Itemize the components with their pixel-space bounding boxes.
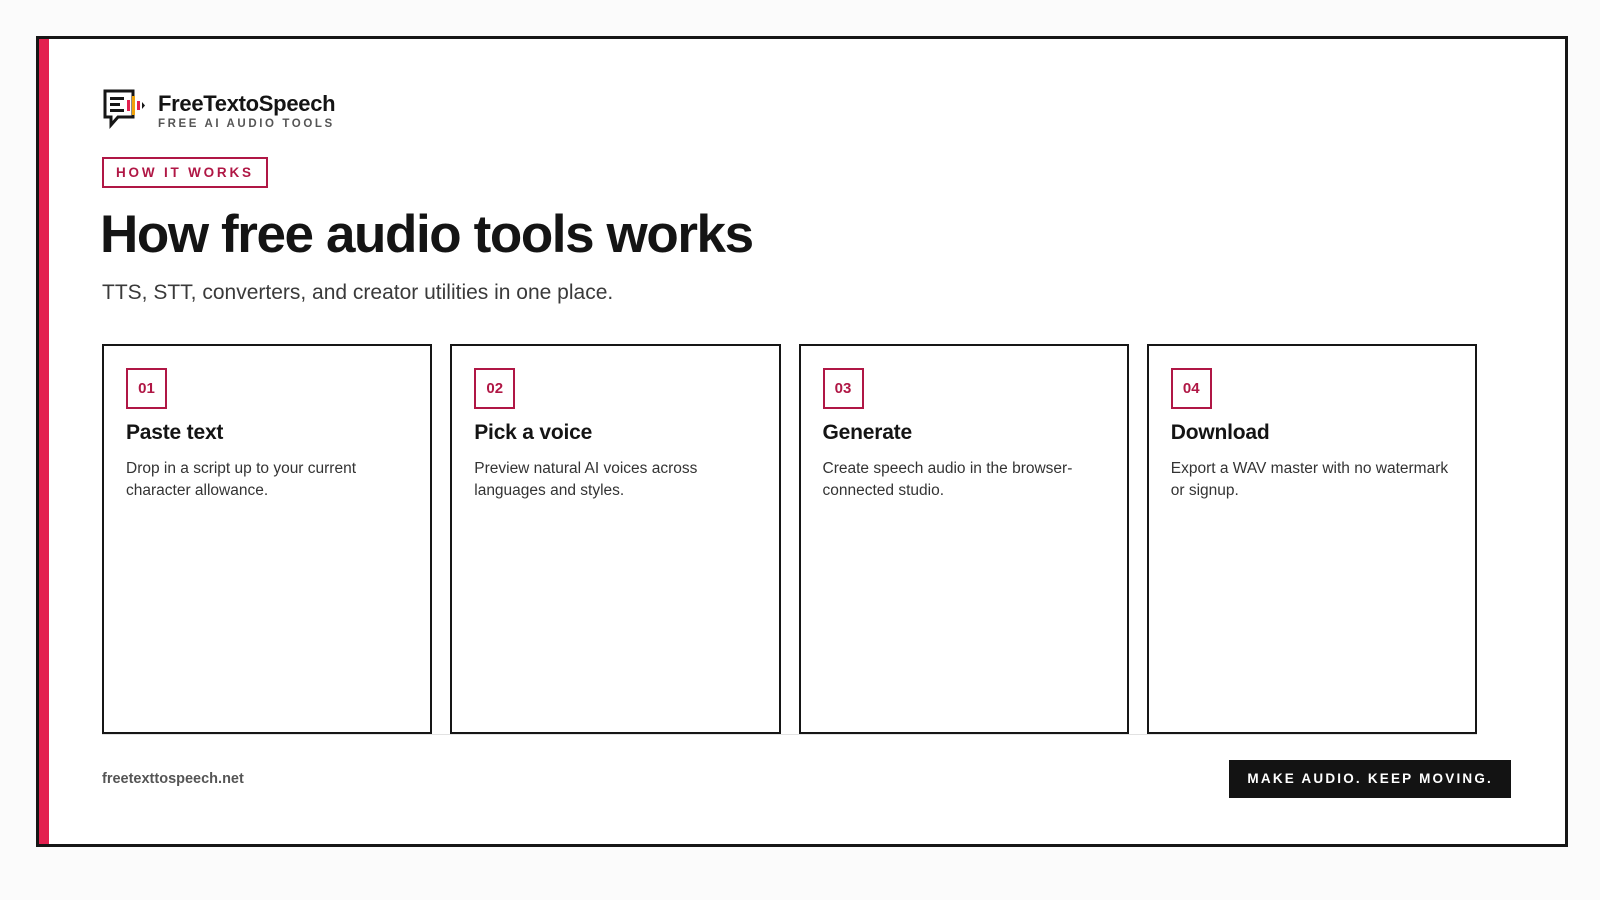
step-description: Export a WAV master with no watermark or… <box>1170 460 1449 499</box>
steps-grid: 01 Paste text Drop in a script up to you… <box>102 344 1477 734</box>
step-title: Paste text <box>126 421 224 444</box>
page-title: How free audio tools works <box>100 205 754 264</box>
step-description: Preview natural AI voices across languag… <box>474 460 698 499</box>
step-number-badge: 02 <box>474 368 516 409</box>
brand-name: FreeTextoSpeech <box>158 91 336 116</box>
slide-frame: FreeTextoSpeech FREE AI AUDIO TOOLS HOW … <box>36 36 1568 847</box>
step-description: Drop in a script up to your current char… <box>126 460 357 499</box>
brand-tagline: FREE AI AUDIO TOOLS <box>158 118 335 130</box>
footer-site-link[interactable]: freetexttospeech.net <box>102 771 244 787</box>
brand-text: FreeTextoSpeech FREE AI AUDIO TOOLS <box>158 91 336 131</box>
step-card: 04 Download Export a WAV master with no … <box>1146 344 1477 734</box>
step-number-badge: 01 <box>126 368 167 409</box>
make-audio-cta-button[interactable]: MAKE AUDIO. KEEP MOVING. <box>1229 760 1511 798</box>
speech-bubble-waveform-icon <box>102 87 158 136</box>
footer-divider <box>102 734 1477 735</box>
step-title: Generate <box>822 421 913 444</box>
step-card: 02 Pick a voice Preview natural AI voice… <box>450 344 781 734</box>
brand-header: FreeTextoSpeech FREE AI AUDIO TOOLS <box>102 87 336 136</box>
step-number-badge: 03 <box>822 368 864 409</box>
step-card: 03 Generate Create speech audio in the b… <box>798 344 1129 734</box>
step-title: Pick a voice <box>474 421 593 444</box>
step-description: Create speech audio in the browser-conne… <box>822 460 1073 499</box>
accent-bar <box>39 39 49 844</box>
step-number-badge: 04 <box>1170 368 1212 409</box>
section-kicker-badge: HOW IT WORKS <box>102 157 268 188</box>
step-title: Download <box>1170 421 1270 444</box>
slide-content: FreeTextoSpeech FREE AI AUDIO TOOLS HOW … <box>100 39 1511 844</box>
page-subtitle: TTS, STT, converters, and creator utilit… <box>102 281 614 304</box>
step-card: 01 Paste text Drop in a script up to you… <box>102 344 433 734</box>
